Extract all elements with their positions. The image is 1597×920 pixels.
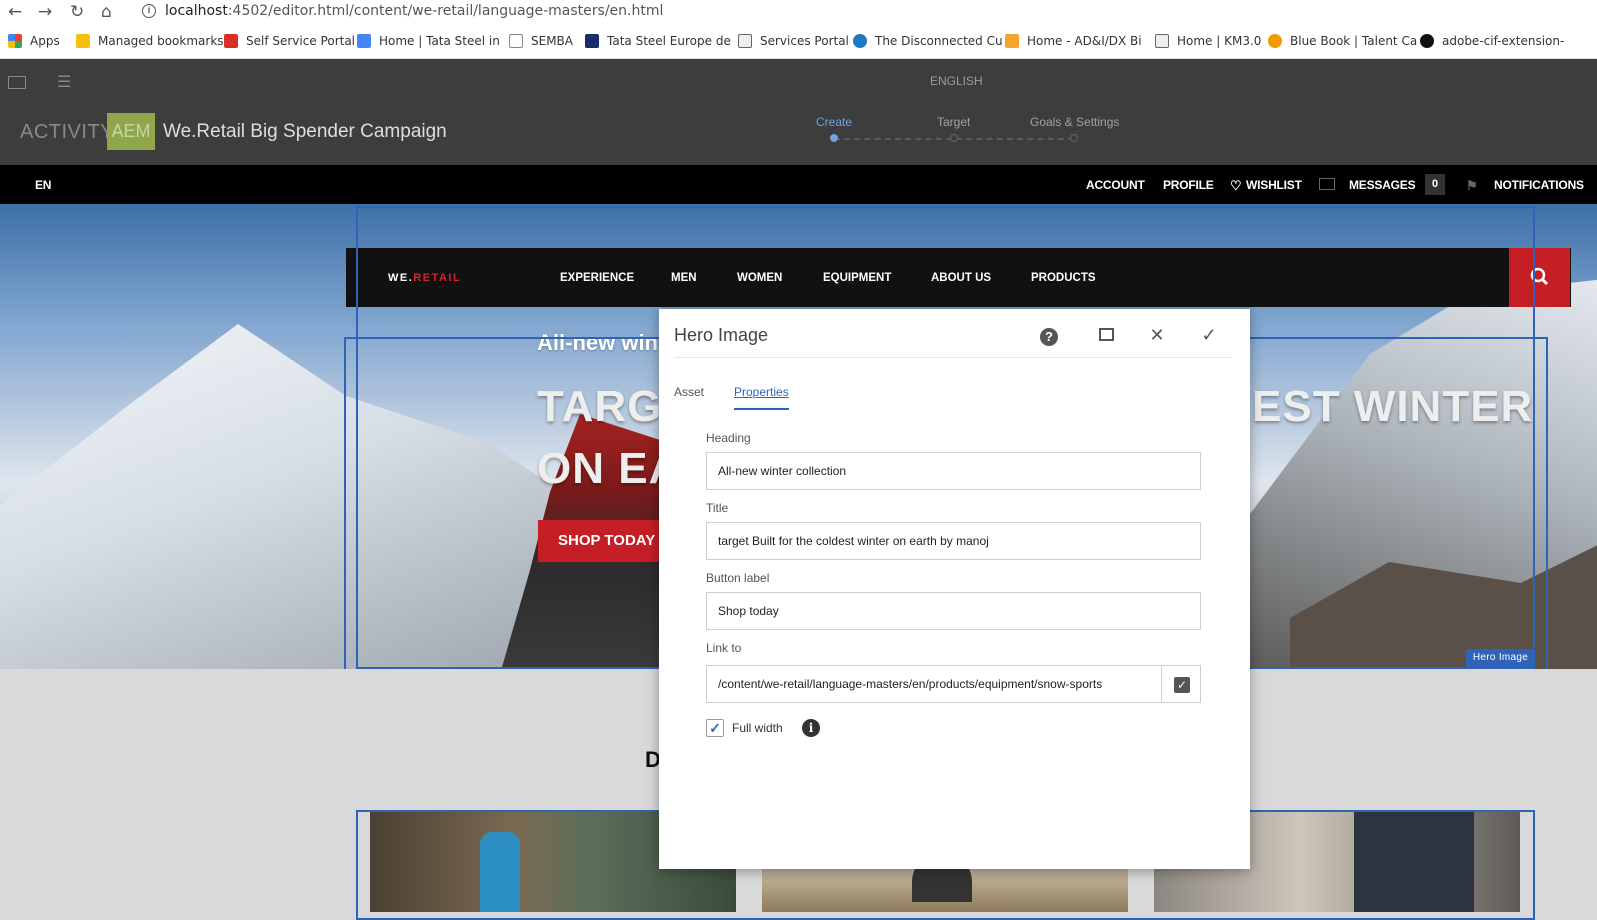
browser-toolbar: ← → ↻ ⌂ i localhost:4502/editor.html/con… xyxy=(0,0,1597,24)
dialog-title: Hero Image xyxy=(674,325,769,345)
step-create[interactable]: Create xyxy=(816,115,852,129)
bookmark-self-service[interactable]: Self Service Portal xyxy=(224,34,355,48)
bookmark-label: Home | Tata Steel in xyxy=(379,34,500,48)
bookmark-label: The Disconnected Cu xyxy=(875,34,1003,48)
tab-asset[interactable]: Asset xyxy=(674,385,704,399)
tab-properties[interactable]: Properties xyxy=(734,385,789,399)
heading-input[interactable] xyxy=(706,452,1201,490)
link-to-input[interactable] xyxy=(706,665,1162,703)
bookmark-adi-dx[interactable]: Home - AD&I/DX Bi xyxy=(1005,34,1142,48)
url-path: :4502/editor.html/content/we-retail/lang… xyxy=(227,3,664,19)
address-bar[interactable]: localhost:4502/editor.html/content/we-re… xyxy=(165,3,663,19)
bookmark-label: Blue Book | Talent Ca xyxy=(1290,34,1418,48)
back-icon[interactable]: ← xyxy=(8,2,22,22)
runner-figure xyxy=(480,832,520,912)
bookmark-tata-home[interactable]: Home | Tata Steel in xyxy=(357,34,500,48)
fullscreen-icon[interactable] xyxy=(1095,324,1117,346)
info-icon[interactable]: i xyxy=(802,719,820,737)
editor-header: ☰ ENGLISH ACTIVITY: AEM We.Retail Big Sp… xyxy=(0,59,1597,165)
reload-icon[interactable]: ↻ xyxy=(70,2,84,22)
bookmark-label: Self Service Portal xyxy=(246,34,356,48)
bookmark-semba[interactable]: SEMBA xyxy=(509,34,573,48)
step-dot-create xyxy=(830,134,838,142)
heart-icon: ♡ xyxy=(1230,178,1242,193)
properties-sliders-icon[interactable]: ☰ xyxy=(57,72,71,92)
title-input[interactable] xyxy=(706,522,1201,560)
bookmark-disconnected[interactable]: The Disconnected Cu xyxy=(853,34,1003,48)
github-icon xyxy=(1420,34,1434,48)
home-icon[interactable]: ⌂ xyxy=(101,2,112,22)
envelope-icon xyxy=(1319,178,1335,190)
activity-label: ACTIVITY: xyxy=(20,121,119,143)
bookmarks-bar: Apps Managed bookmarks Self Service Port… xyxy=(0,24,1597,59)
button-label-input[interactable] xyxy=(706,592,1201,630)
heading-label: Heading xyxy=(706,431,751,445)
bookmark-tata-europe[interactable]: Tata Steel Europe de xyxy=(585,34,731,48)
apps-grid-icon xyxy=(8,34,22,48)
chart-icon xyxy=(738,34,752,48)
campaign-name[interactable]: We.Retail Big Spender Campaign xyxy=(163,121,447,143)
hero-image-dialog: Hero Image ? ✕ ✓ Asset Properties Headin… xyxy=(659,309,1250,869)
component-label: Hero Image xyxy=(1466,649,1535,667)
title-label: Title xyxy=(706,501,729,515)
bookmark-blue-book[interactable]: Blue Book | Talent Ca xyxy=(1268,34,1417,48)
bookmark-managed[interactable]: Managed bookmarks xyxy=(76,34,224,48)
bookmark-apps[interactable]: Apps xyxy=(8,34,60,48)
page-language: ENGLISH xyxy=(930,74,983,88)
path-picker-icon: ✓ xyxy=(1174,677,1190,693)
side-panel-toggle-icon[interactable] xyxy=(8,76,26,89)
step-dot-target xyxy=(950,134,958,142)
step-dot-goals xyxy=(1070,134,1078,142)
climber-figure xyxy=(1354,812,1474,912)
url-host: localhost xyxy=(165,3,228,19)
messages-link[interactable]: MESSAGES xyxy=(1349,178,1416,192)
cloud-icon xyxy=(853,34,867,48)
bookmark-label: SEMBA xyxy=(531,34,573,48)
full-width-checkbox[interactable]: ✓ xyxy=(706,719,724,737)
bookmark-services-portal[interactable]: Services Portal xyxy=(738,34,849,48)
page-icon xyxy=(509,34,523,48)
aem-badge: AEM xyxy=(107,113,155,150)
site-utility-nav: EN ACCOUNT PROFILE ♡ WISHLIST MESSAGES 0… xyxy=(0,165,1597,204)
tool-icon xyxy=(585,34,599,48)
full-width-label: Full width xyxy=(732,721,783,735)
site-icon xyxy=(1005,34,1019,48)
done-check-icon[interactable]: ✓ xyxy=(1198,324,1220,346)
link-to-label: Link to xyxy=(706,641,742,655)
help-icon[interactable]: ? xyxy=(1038,324,1060,346)
folder-icon xyxy=(76,34,90,48)
language-switch[interactable]: EN xyxy=(35,178,51,192)
messages-count-badge: 0 xyxy=(1425,174,1445,195)
bookmark-km3[interactable]: Home | KM3.0 xyxy=(1155,34,1261,48)
chart-icon xyxy=(1155,34,1169,48)
site-icon xyxy=(357,34,371,48)
button-label-label: Button label xyxy=(706,571,770,585)
bookmark-adobe-cif[interactable]: adobe-cif-extension- xyxy=(1420,34,1564,48)
site-info-icon[interactable]: i xyxy=(142,4,156,18)
bookmark-label: adobe-cif-extension- xyxy=(1442,34,1565,48)
forward-icon[interactable]: → xyxy=(38,2,52,22)
close-icon[interactable]: ✕ xyxy=(1146,324,1168,346)
bookmark-label: Home | KM3.0 xyxy=(1177,34,1262,48)
active-tab-indicator xyxy=(734,408,789,410)
profile-link[interactable]: PROFILE xyxy=(1163,178,1214,192)
site-icon xyxy=(224,34,238,48)
bookmark-label: Managed bookmarks xyxy=(98,34,224,48)
notifications-link[interactable]: NOTIFICATIONS xyxy=(1494,178,1584,192)
step-goals-settings[interactable]: Goals & Settings xyxy=(1030,115,1119,129)
site-icon xyxy=(1268,34,1282,48)
account-link[interactable]: ACCOUNT xyxy=(1086,178,1145,192)
bookmark-label: Home - AD&I/DX Bi xyxy=(1027,34,1142,48)
dialog-divider xyxy=(674,357,1232,358)
step-target[interactable]: Target xyxy=(937,115,970,129)
bookmark-label: Tata Steel Europe de xyxy=(607,34,731,48)
path-picker-button[interactable]: ✓ xyxy=(1161,665,1201,703)
bookmark-label: Services Portal xyxy=(760,34,849,48)
wishlist-link[interactable]: WISHLIST xyxy=(1246,178,1302,192)
bookmark-label: Apps xyxy=(30,34,60,48)
flag-icon: ⚑ xyxy=(1466,178,1478,193)
